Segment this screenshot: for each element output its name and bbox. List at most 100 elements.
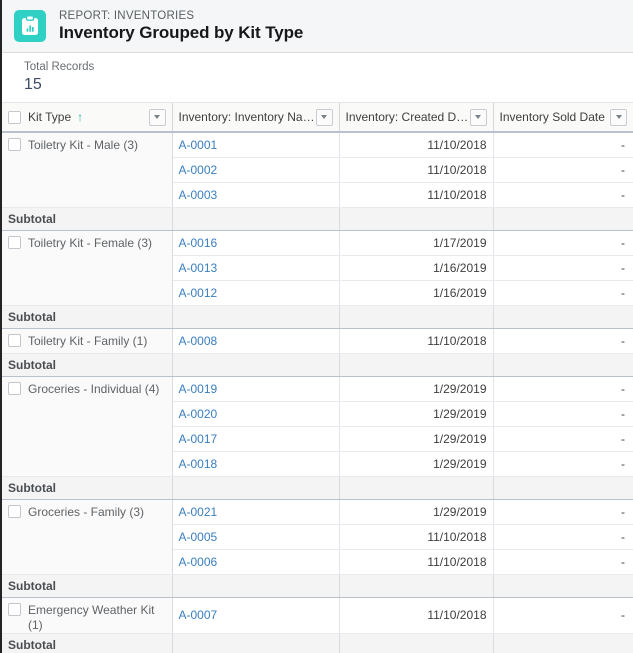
sort-ascending-icon[interactable]: ↑ bbox=[77, 111, 83, 123]
page-title: Inventory Grouped by Kit Type bbox=[59, 23, 304, 43]
group-select-checkbox[interactable] bbox=[8, 602, 21, 616]
inventory-record-link[interactable]: A-0013 bbox=[179, 261, 218, 275]
group-label: Toiletry Kit - Male (3) bbox=[28, 138, 139, 152]
group-label: Groceries - Family (3) bbox=[28, 504, 145, 519]
created-date-cell: 11/10/2018 bbox=[339, 549, 494, 575]
subtotal-value-cell bbox=[339, 207, 494, 231]
subtotal-value-cell bbox=[493, 305, 633, 329]
column-header-created-date[interactable]: Inventory: Created Date bbox=[339, 103, 494, 133]
subtotal-value-cell bbox=[172, 574, 340, 598]
sold-date-cell: - bbox=[493, 451, 633, 477]
sold-date-cell: - bbox=[493, 132, 633, 158]
table-row: Groceries - Family (3) A-0021 1/29/2019- bbox=[2, 499, 633, 575]
inventory-name-cell: A-0020 bbox=[172, 401, 340, 427]
subtotal-row: Subtotal bbox=[2, 633, 633, 653]
group-select-checkbox[interactable] bbox=[8, 333, 21, 347]
sold-date-cell: - bbox=[493, 426, 633, 452]
inventory-record-link[interactable]: A-0012 bbox=[179, 286, 218, 300]
subtotal-value-cell bbox=[172, 476, 340, 500]
group-select-checkbox[interactable] bbox=[8, 138, 21, 151]
chevron-down-icon[interactable] bbox=[315, 108, 333, 126]
subtotal-value-cell bbox=[339, 574, 494, 598]
report-table: Kit Type ↑ Inventory: Inventory Name Inv… bbox=[2, 103, 633, 653]
inventory-name-cell: A-0018 bbox=[172, 451, 340, 477]
column-header-label: Inventory: Inventory Name bbox=[178, 110, 316, 124]
subtotal-value-cell bbox=[172, 633, 340, 653]
chevron-down-icon[interactable] bbox=[469, 108, 487, 126]
chevron-down-icon[interactable] bbox=[610, 108, 627, 126]
inventory-name-cell: A-0006 bbox=[172, 549, 340, 575]
sold-date-cell: - bbox=[493, 524, 633, 550]
chevron-down-icon[interactable] bbox=[148, 108, 166, 126]
group-label: Groceries - Individual (4) bbox=[28, 381, 160, 396]
inventory-name-cell: A-0007 bbox=[172, 597, 340, 634]
sold-date-cell: - bbox=[493, 597, 633, 634]
inventory-record-link[interactable]: A-0006 bbox=[179, 555, 218, 569]
sold-date-cell: - bbox=[493, 376, 633, 402]
subtotal-label: Subtotal bbox=[8, 309, 56, 324]
column-header-kit-type[interactable]: Kit Type ↑ bbox=[2, 103, 173, 133]
subtotal-label: Subtotal bbox=[8, 211, 56, 226]
subtotal-label: Subtotal bbox=[8, 637, 56, 652]
inventory-record-link[interactable]: A-0019 bbox=[179, 382, 218, 396]
subtotal-label-cell: Subtotal bbox=[2, 353, 173, 377]
sold-date-cell: - bbox=[493, 549, 633, 575]
select-all-checkbox[interactable] bbox=[8, 110, 21, 124]
group-label: Emergency Weather Kit (1) bbox=[28, 602, 155, 632]
column-header-inventory-name[interactable]: Inventory: Inventory Name bbox=[172, 103, 340, 133]
inventory-name-cell: A-0019 bbox=[172, 376, 340, 402]
subtotal-label: Subtotal bbox=[8, 357, 56, 372]
subtotal-label: Subtotal bbox=[8, 578, 56, 593]
group-header-cell: Groceries - Family (3) bbox=[2, 499, 173, 575]
subtotal-value-cell bbox=[339, 476, 494, 500]
report-breadcrumb: REPORT: INVENTORIES bbox=[59, 10, 195, 23]
group-label: Toiletry Kit - Family (1) bbox=[28, 333, 148, 348]
column-header-label: Inventory: Created Date bbox=[345, 110, 470, 124]
sold-date-cell: - bbox=[493, 280, 633, 306]
inventory-record-link[interactable]: A-0016 bbox=[179, 236, 218, 250]
group-select-checkbox[interactable] bbox=[8, 504, 21, 518]
created-date-cell: 1/29/2019 bbox=[339, 426, 494, 452]
created-date-cell: 1/29/2019 bbox=[339, 451, 494, 477]
sold-date-cell: - bbox=[493, 230, 633, 256]
subtotal-value-cell bbox=[172, 305, 340, 329]
inventory-record-link[interactable]: A-0003 bbox=[179, 188, 218, 202]
created-date-cell: 11/10/2018 bbox=[339, 182, 494, 208]
inventory-record-link[interactable]: A-0018 bbox=[179, 457, 218, 471]
group-header-cell: Emergency Weather Kit (1) bbox=[2, 597, 173, 634]
inventory-record-link[interactable]: A-0020 bbox=[179, 407, 218, 421]
inventory-name-cell: A-0003 bbox=[172, 182, 340, 208]
inventory-record-link[interactable]: A-0001 bbox=[179, 138, 218, 152]
sold-date-cell: - bbox=[493, 499, 633, 525]
inventory-record-link[interactable]: A-0008 bbox=[179, 334, 218, 348]
subtotal-value-cell bbox=[172, 207, 340, 231]
inventory-name-cell: A-0005 bbox=[172, 524, 340, 550]
inventory-record-link[interactable]: A-0007 bbox=[179, 608, 218, 622]
inventory-name-cell: A-0002 bbox=[172, 157, 340, 183]
report-header-text: REPORT: INVENTORIES Inventory Grouped by… bbox=[59, 10, 303, 42]
group-select-checkbox[interactable] bbox=[8, 235, 21, 249]
created-date-cell: 1/17/2019 bbox=[339, 230, 494, 256]
inventory-record-link[interactable]: A-0005 bbox=[179, 530, 218, 544]
total-records-summary: Total Records 15 bbox=[2, 53, 633, 103]
created-date-cell: 1/16/2019 bbox=[339, 280, 494, 306]
group-header-cell: Toiletry Kit - Family (1) bbox=[2, 328, 173, 354]
created-date-cell: 1/29/2019 bbox=[339, 401, 494, 427]
group-select-checkbox[interactable] bbox=[8, 381, 21, 395]
sold-date-cell: - bbox=[493, 328, 633, 354]
inventory-record-link[interactable]: A-0017 bbox=[179, 432, 218, 446]
inventory-record-link[interactable]: A-0021 bbox=[179, 505, 218, 519]
inventory-name-cell: A-0013 bbox=[172, 255, 340, 281]
subtotal-value-cell bbox=[493, 476, 633, 500]
subtotal-value-cell bbox=[339, 633, 494, 653]
subtotal-label-cell: Subtotal bbox=[2, 305, 173, 329]
sold-date-cell: - bbox=[493, 401, 633, 427]
subtotal-value-cell bbox=[339, 305, 494, 329]
created-date-cell: 1/29/2019 bbox=[339, 376, 494, 402]
subtotal-label-cell: Subtotal bbox=[2, 574, 173, 598]
table-row: Toiletry Kit - Female (3) A-0016 1/17/2019… bbox=[2, 230, 633, 306]
column-header-sold-date[interactable]: Inventory Sold Date bbox=[493, 103, 633, 133]
table-row: Toiletry Kit - Family (1) A-0008 11/10/201… bbox=[2, 328, 633, 354]
report-table-head: Kit Type ↑ Inventory: Inventory Name Inv… bbox=[2, 103, 633, 133]
inventory-record-link[interactable]: A-0002 bbox=[179, 163, 218, 177]
